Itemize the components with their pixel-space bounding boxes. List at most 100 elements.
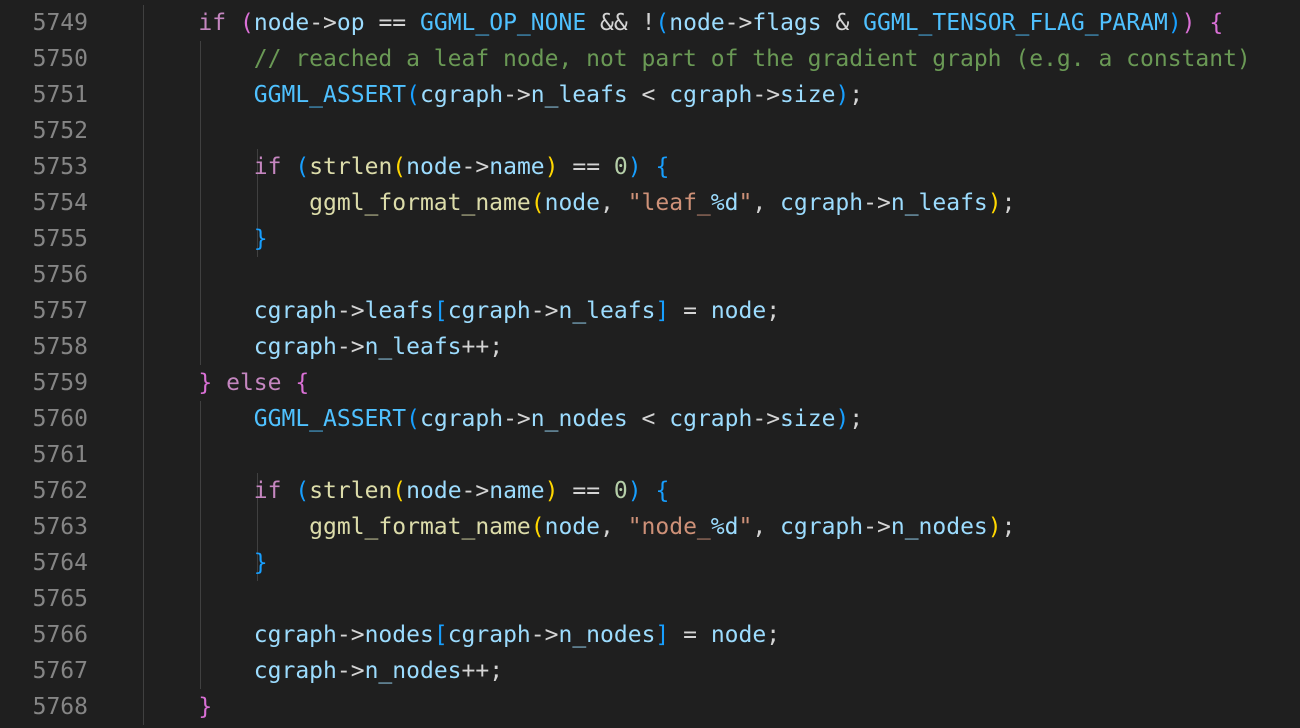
code-token: ggml_format_name bbox=[309, 514, 531, 540]
line-number: 5768 bbox=[32, 694, 88, 720]
code-token: node bbox=[253, 10, 310, 36]
code-token: ) bbox=[627, 478, 642, 504]
code-editor[interactable]: 5749 if (node->op == GGML_OP_NONE && !(n… bbox=[0, 0, 1300, 728]
code-token: -> bbox=[461, 478, 490, 504]
code-token: == bbox=[364, 10, 420, 36]
code-token: n_leafs bbox=[530, 82, 628, 108]
code-token: -> bbox=[724, 10, 753, 36]
code-token: %d bbox=[710, 514, 739, 540]
code-token: 0 bbox=[613, 478, 628, 504]
code-token: ; bbox=[849, 406, 864, 432]
code-token: ) bbox=[987, 190, 1002, 216]
code-text: } else { bbox=[143, 365, 309, 401]
code-token: ] bbox=[655, 622, 670, 648]
code-token: ( bbox=[655, 10, 670, 36]
code-token: op bbox=[336, 10, 365, 36]
code-line[interactable]: 5753 if (strlen(node->name) == 0) { bbox=[0, 149, 1300, 185]
code-token: ++; bbox=[461, 334, 504, 360]
code-token: ; bbox=[766, 622, 781, 648]
line-number: 5766 bbox=[32, 622, 88, 648]
code-text: ggml_format_name(node, "leaf_%d", cgraph… bbox=[143, 185, 1016, 221]
indent-guide bbox=[143, 581, 144, 617]
code-line[interactable]: 5750 // reached a leaf node, not part of… bbox=[0, 41, 1300, 77]
code-line[interactable]: 5757 cgraph->leafs[cgraph->n_leafs] = no… bbox=[0, 293, 1300, 329]
line-number: 5760 bbox=[32, 406, 88, 432]
code-line[interactable]: 5755 } bbox=[0, 221, 1300, 257]
code-token: -> bbox=[309, 10, 337, 36]
code-token: cgraph bbox=[253, 658, 337, 684]
code-text: cgraph->nodes[cgraph->n_nodes] = node; bbox=[143, 617, 780, 653]
code-line[interactable]: 5751 GGML_ASSERT(cgraph->n_leafs < cgrap… bbox=[0, 77, 1300, 113]
code-token: strlen bbox=[309, 154, 393, 180]
code-token: cgraph bbox=[253, 622, 337, 648]
code-line[interactable]: 5760 GGML_ASSERT(cgraph->n_nodes < cgrap… bbox=[0, 401, 1300, 437]
code-line[interactable]: 5761 bbox=[0, 437, 1300, 473]
code-line[interactable]: 5768 } bbox=[0, 689, 1300, 725]
code-token: cgraph bbox=[669, 406, 753, 432]
line-number: 5754 bbox=[32, 190, 88, 216]
code-token: node bbox=[544, 514, 600, 540]
code-line[interactable]: 5762 if (strlen(node->name) == 0) { bbox=[0, 473, 1300, 509]
code-text: cgraph->n_nodes++; bbox=[143, 653, 503, 689]
code-token: n_leafs bbox=[364, 334, 462, 360]
code-token: ( bbox=[530, 514, 545, 540]
code-token: cgraph bbox=[253, 334, 337, 360]
code-token: { bbox=[295, 370, 310, 396]
code-line[interactable]: 5749 if (node->op == GGML_OP_NONE && !(n… bbox=[0, 5, 1300, 41]
code-token: n_nodes bbox=[364, 658, 462, 684]
code-line[interactable]: 5754 ggml_format_name(node, "leaf_%d", c… bbox=[0, 185, 1300, 221]
code-token: , bbox=[599, 514, 628, 540]
code-text: GGML_ASSERT(cgraph->n_nodes < cgraph->si… bbox=[143, 401, 863, 437]
line-number: 5764 bbox=[32, 550, 88, 576]
indent-guide bbox=[143, 437, 144, 473]
code-token: "node_ bbox=[627, 514, 711, 540]
code-line[interactable]: 5764 } bbox=[0, 545, 1300, 581]
code-line[interactable]: 5767 cgraph->n_nodes++; bbox=[0, 653, 1300, 689]
code-token: ; bbox=[1001, 190, 1016, 216]
code-token: ) bbox=[544, 154, 559, 180]
code-line[interactable]: 5766 cgraph->nodes[cgraph->n_nodes] = no… bbox=[0, 617, 1300, 653]
code-token: = bbox=[669, 298, 711, 324]
code-token: ) bbox=[627, 154, 642, 180]
code-token: < bbox=[627, 82, 670, 108]
code-token: -> bbox=[530, 622, 559, 648]
code-line[interactable]: 5752 bbox=[0, 113, 1300, 149]
code-token: ; bbox=[766, 298, 781, 324]
code-line[interactable]: 5756 bbox=[0, 257, 1300, 293]
line-number: 5759 bbox=[32, 370, 88, 396]
code-token: name bbox=[489, 154, 545, 180]
code-token: ) bbox=[1181, 10, 1196, 36]
code-text: } bbox=[143, 545, 268, 581]
code-token: -> bbox=[336, 622, 365, 648]
code-token: ; bbox=[1001, 514, 1016, 540]
code-line[interactable]: 5765 bbox=[0, 581, 1300, 617]
code-token: %d bbox=[710, 190, 739, 216]
code-token: -> bbox=[752, 406, 781, 432]
code-token: node bbox=[710, 622, 767, 648]
line-number: 5753 bbox=[32, 154, 88, 180]
indent-guide bbox=[143, 257, 144, 293]
code-token: n_nodes bbox=[558, 622, 656, 648]
line-number: 5767 bbox=[32, 658, 88, 684]
code-line[interactable]: 5758 cgraph->n_leafs++; bbox=[0, 329, 1300, 365]
code-token: } bbox=[253, 226, 268, 252]
code-token: // reached a leaf node, not part of the … bbox=[253, 46, 1251, 72]
code-token: else bbox=[226, 370, 282, 396]
code-token: -> bbox=[863, 514, 891, 540]
code-line[interactable]: 5759 } else { bbox=[0, 365, 1300, 401]
code-token: if bbox=[253, 154, 282, 180]
code-token: < bbox=[627, 406, 670, 432]
code-token: ) bbox=[544, 478, 559, 504]
code-token: cgraph bbox=[780, 190, 864, 216]
code-line[interactable]: 5763 ggml_format_name(node, "node_%d", c… bbox=[0, 509, 1300, 545]
